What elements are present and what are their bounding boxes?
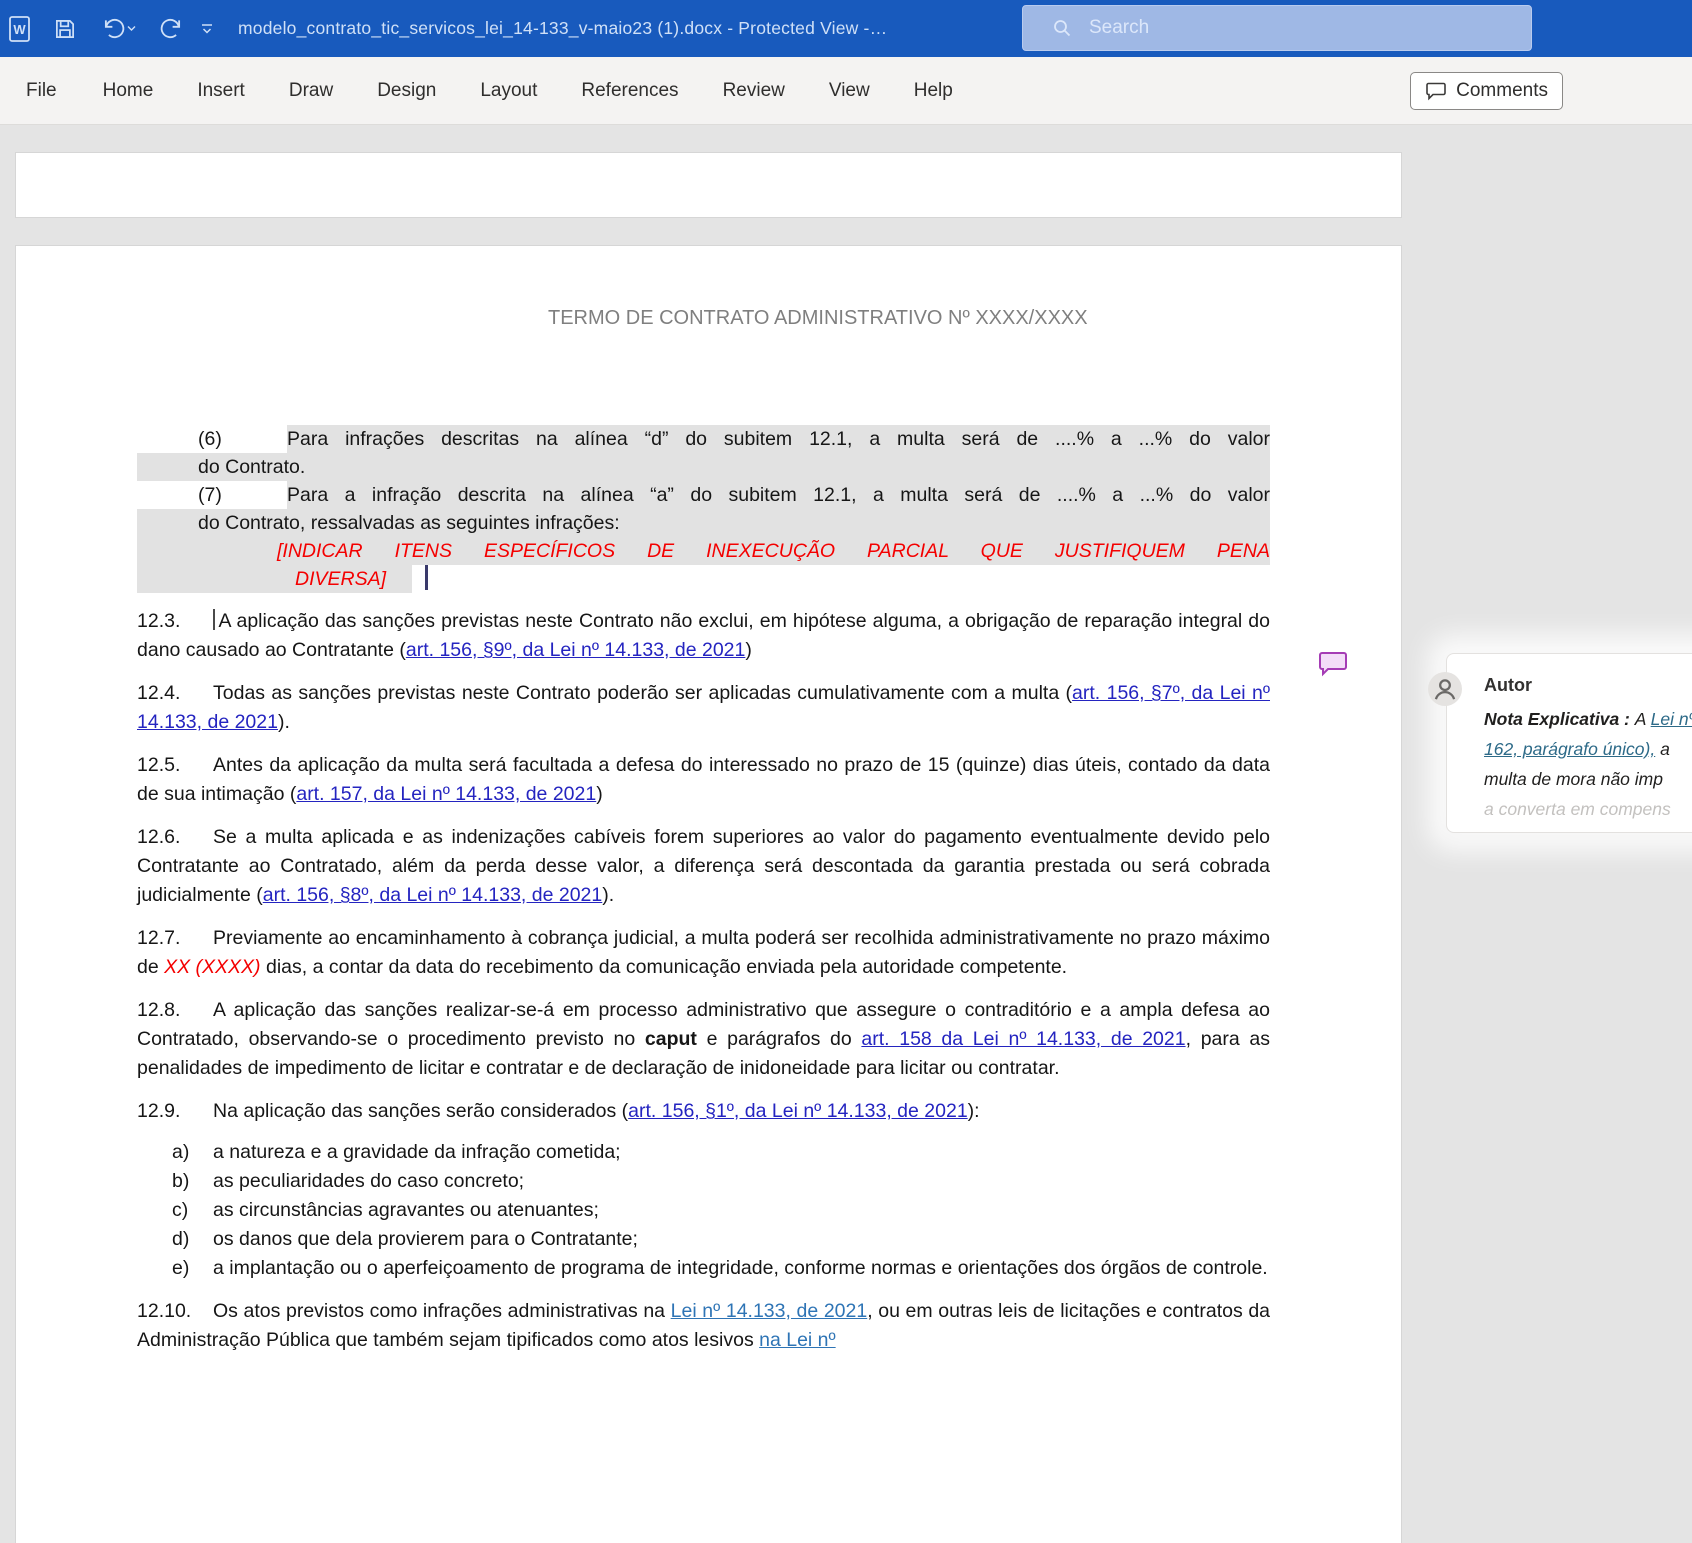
law-link[interactable]: art. 156, §9º, da Lei nº 14.133, de 2021 [406,639,746,661]
law-link[interactable]: Lei nº [1651,709,1692,729]
clause-6-line-2: do Contrato. [137,453,1270,481]
customize-quick-access-button[interactable] [196,12,218,46]
paragraph-12-3: 12.3.A aplicação das sanções previstas n… [137,607,1270,665]
paragraph-number: 12.10. [137,1297,213,1326]
search-icon [1051,17,1073,39]
comment-note-line-1: Nota Explicativa : A Lei nº [1484,704,1692,734]
highlighted-text: Para a infração descrita na alínea “a” d… [287,481,1270,509]
document-canvas: TERMO DE CONTRATO ADMINISTRATIVO Nº XXXX… [0,125,1692,1543]
clause-number: (7) [198,481,287,509]
document-page[interactable]: TERMO DE CONTRATO ADMINISTRATIVO Nº XXXX… [15,245,1402,1543]
comment-note-line-faded: a converta em compens [1484,794,1692,824]
placeholder-red-text: XX (XXXX) [164,956,260,978]
criteria-list: a)a natureza e a gravidade da infração c… [137,1138,1270,1283]
paragraph-number: 12.4. [137,679,213,708]
search-box[interactable] [1022,5,1532,51]
save-button[interactable] [48,12,82,46]
tab-layout[interactable]: Layout [458,57,559,124]
quick-access-toolbar: W [0,0,887,57]
paragraph-number: 12.3. [137,607,213,636]
paragraph-12-7: 12.7.Previamente ao encaminhamento à cob… [137,924,1270,982]
tab-view[interactable]: View [807,57,892,124]
comment-bubble-icon [1425,81,1447,101]
list-marker: a) [172,1138,213,1167]
comments-button-label: Comments [1456,80,1548,102]
paragraph-number: 12.9. [137,1097,213,1126]
paragraph-12-10: 12.10.Os atos previstos como infrações a… [137,1297,1270,1355]
comments-button[interactable]: Comments [1410,72,1563,110]
paragraph-12-6: 12.6.Se a multa aplicada e as indenizaçõ… [137,823,1270,910]
paragraph-12-9: 12.9.Na aplicação das sanções serão cons… [137,1097,1270,1126]
comment-note-line-2: 162, parágrafo único), a [1484,734,1692,764]
clause-7-line-1: (7) Para a infração descrita na alínea “… [137,481,1270,509]
paragraph-number: 12.8. [137,996,213,1025]
comment-card[interactable]: Autor Nota Explicativa : A Lei nº 162, p… [1446,653,1692,833]
tab-draw[interactable]: Draw [267,57,355,124]
document-title: modelo_contrato_tic_servicos_lei_14-133_… [238,18,887,39]
paragraph-12-8: 12.8.A aplicação das sanções realizar-se… [137,996,1270,1083]
list-item: e)a implantação ou o aperfeiçoamento de … [137,1254,1270,1283]
law-link[interactable]: art. 156, §8º, da Lei nº 14.133, de 2021 [263,884,603,906]
tab-file[interactable]: File [12,57,81,124]
paragraph-12-5: 12.5.Antes da aplicação da multa será fa… [137,751,1270,809]
search-input[interactable] [1087,5,1531,51]
tab-references[interactable]: References [559,57,700,124]
tab-review[interactable]: Review [701,57,807,124]
list-item: a)a natureza e a gravidade da infração c… [137,1138,1270,1167]
law-link[interactable]: art. 156, §1º, da Lei nº 14.133, de 2021 [628,1100,968,1122]
comment-note-line-3: multa de mora não imp [1484,764,1692,794]
insertion-pointer [213,609,215,630]
list-item: c)as circunstâncias agravantes ou atenua… [137,1196,1270,1225]
law-link[interactable]: Lei nº 14.133, de 2021 [671,1300,868,1322]
text-cursor [425,565,428,590]
undo-dropdown-chevron [127,25,136,32]
law-link[interactable]: 162, parágrafo único), [1484,739,1655,759]
word-app-icon[interactable]: W [4,12,34,46]
law-link[interactable]: na Lei nº [759,1329,836,1351]
list-item: b)as peculiaridades do caso concreto; [137,1167,1270,1196]
paragraph-number: 12.6. [137,823,213,852]
tab-help[interactable]: Help [892,57,975,124]
page-content: TERMO DE CONTRATO ADMINISTRATIVO Nº XXXX… [137,246,1270,1355]
note-label: Nota Explicativa : [1484,709,1635,729]
svg-text:W: W [13,22,26,37]
paragraph-12-4: 12.4.Todas as sanções previstas neste Co… [137,679,1270,737]
law-link[interactable]: art. 157, da Lei nº 14.133, de 2021 [296,783,596,805]
comment-author: Autor [1484,675,1692,696]
list-marker: d) [172,1225,213,1254]
clause-6-line-1: (6) Para infrações descritas na alínea “… [137,425,1270,453]
highlighted-text: Para infrações descritas na alínea “d” d… [287,425,1270,453]
list-item: d)os danos que dela provierem para o Con… [137,1225,1270,1254]
clause-7-line-2: do Contrato, ressalvadas as seguintes in… [137,509,1270,537]
law-link[interactable]: art. 158 da Lei nº 14.133, de 2021 [861,1028,1185,1050]
clause-number: (6) [198,425,287,453]
contract-heading: TERMO DE CONTRATO ADMINISTRATIVO Nº XXXX… [548,307,1270,330]
tab-insert[interactable]: Insert [175,57,267,124]
title-bar: W [0,0,1692,57]
placeholder-red-line-2: DIVERSA] [137,565,1270,593]
comment-note: Nota Explicativa : A Lei nº 162, parágra… [1484,704,1692,824]
previous-page-edge [15,152,1402,218]
list-marker: e) [172,1254,213,1283]
shaded-clause-block: (6) Para infrações descritas na alínea “… [137,425,1270,593]
redo-button[interactable] [154,12,188,46]
placeholder-red-text: DIVERSA] [137,565,412,593]
list-marker: c) [172,1196,213,1225]
paragraph-number: 12.7. [137,924,213,953]
author-avatar [1428,672,1462,706]
bold-term: caput [645,1028,697,1050]
comment-marker-icon[interactable] [1318,650,1348,682]
tab-home[interactable]: Home [81,57,176,124]
placeholder-red-line-1: [INDICAR ITENS ESPECÍFICOS DE INEXECUÇÃO… [137,537,1270,565]
tab-design[interactable]: Design [355,57,458,124]
word-window: W [0,0,1692,1543]
ribbon-tab-bar: File Home Insert Draw Design Layout Refe… [0,57,1692,125]
paragraph-number: 12.5. [137,751,213,780]
list-marker: b) [172,1167,213,1196]
undo-button[interactable] [96,12,140,46]
